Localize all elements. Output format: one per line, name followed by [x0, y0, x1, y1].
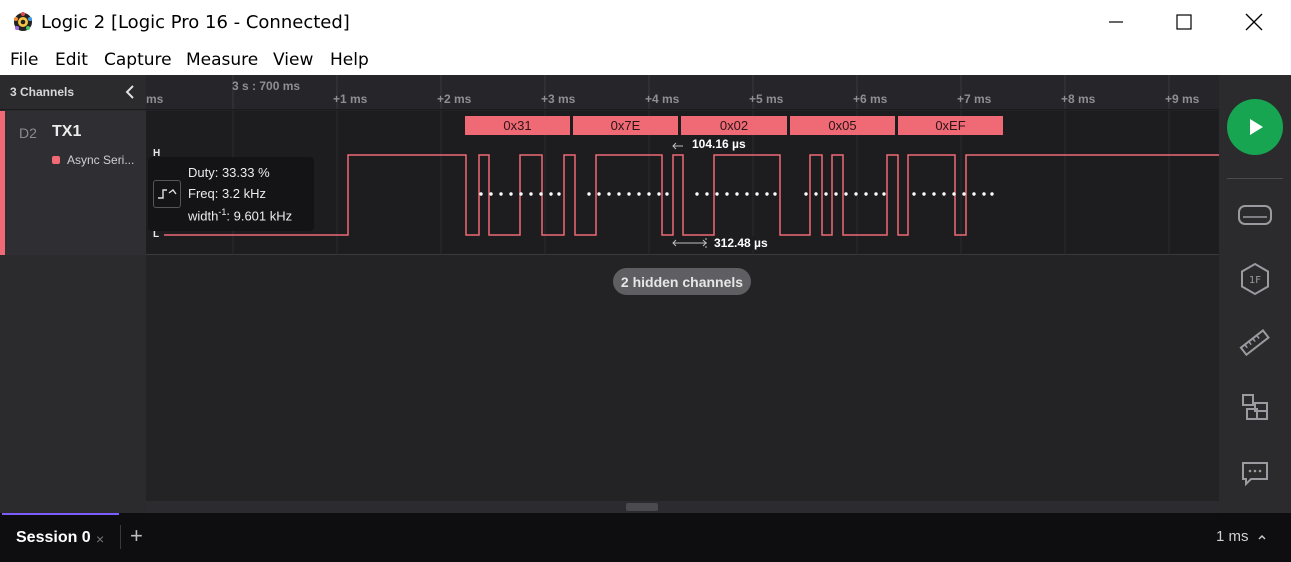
zoom-level-selector[interactable]: 1 ms [1216, 528, 1267, 545]
extensions-icon[interactable]: 1F [1237, 261, 1273, 297]
width-inverse-value: width-1: 9.601 kHz [188, 207, 293, 224]
menu-edit[interactable]: Edit [55, 50, 88, 70]
start-capture-button[interactable] [1227, 99, 1283, 155]
play-icon [1250, 119, 1263, 135]
svg-text:1F: 1F [1249, 275, 1261, 286]
close-session-icon[interactable]: × [96, 531, 104, 547]
analyzer-color-swatch [52, 156, 60, 164]
tick-label: +2 ms [437, 92, 472, 106]
right-sidebar: 1F [1219, 75, 1291, 513]
decoded-byte[interactable]: 0x31 [465, 116, 570, 135]
decoded-byte[interactable]: 0x02 [681, 116, 787, 135]
tick-label: +3 ms [541, 92, 576, 106]
pulse-measure-icon[interactable] [153, 180, 181, 208]
menu-file[interactable]: File [10, 50, 38, 70]
scrollbar-thumb[interactable] [626, 503, 658, 511]
waveform-area[interactable]: H L 0x31 0x7E 0x02 0x05 0xEF 104.16 µs 3… [146, 111, 1219, 255]
chevron-up-icon [1258, 535, 1266, 540]
chevron-left-icon[interactable] [123, 83, 137, 101]
measure-ruler-icon[interactable] [1237, 325, 1273, 361]
maximize-icon [1176, 14, 1192, 30]
saleae-logo-icon [14, 12, 32, 31]
pulse-width-label: 312.48 µs [710, 236, 772, 250]
session-tab[interactable]: Session 0 × [2, 513, 119, 562]
timeline-origin-label: 3 s : 700 ms [232, 79, 301, 93]
tick-label: +1 ms [333, 92, 368, 106]
minimize-icon [1109, 21, 1123, 23]
measurement-tooltip: Duty: 33.33 % Freq: 3.2 kHz width-1: 9.6… [148, 157, 314, 231]
add-session-button[interactable]: + [130, 523, 143, 549]
session-bar: Session 0 × + 1 ms [0, 513, 1291, 562]
maximize-button[interactable] [1150, 0, 1218, 44]
decoded-byte[interactable]: 0x7E [573, 116, 678, 135]
session-name: Session 0 [16, 529, 91, 546]
menu-capture[interactable]: Capture [104, 50, 172, 70]
menu-bar: File Edit Capture Measure View Help [0, 44, 1291, 75]
menu-view[interactable]: View [273, 50, 313, 70]
timeline-gridlines [232, 75, 1170, 109]
menu-measure[interactable]: Measure [186, 50, 258, 70]
channel-row-tx1[interactable]: D2 TX1 Async Seri... [0, 111, 146, 255]
layout-icon[interactable] [1237, 389, 1273, 425]
feedback-icon[interactable] [1237, 455, 1273, 491]
channels-count: 3 Channels [10, 85, 75, 99]
duty-value: Duty: 33.33 % [188, 165, 270, 180]
timeline-ruler[interactable]: 3 s : 700 ms ms +1 ms +2 ms +3 ms +4 ms … [146, 75, 1219, 110]
tick-label: +4 ms [645, 92, 680, 106]
zoom-level-value: 1 ms [1216, 528, 1249, 545]
channels-header: 3 Channels [0, 75, 146, 110]
digital-signal-trace [164, 154, 1219, 236]
analyzer-name[interactable]: Async Seri... [67, 153, 134, 167]
horizontal-scrollbar[interactable] [146, 501, 1219, 513]
menu-help[interactable]: Help [330, 50, 369, 70]
sidebar-divider [1227, 178, 1283, 179]
channel-name[interactable]: TX1 [52, 123, 81, 141]
tick-label: ms [146, 92, 164, 106]
window-title: Logic 2 [Logic Pro 16 - Connected] [41, 12, 350, 33]
tick-label: +7 ms [957, 92, 992, 106]
main-body: 3 Channels D2 TX1 Async Seri... 3 s: 70… [0, 75, 1291, 513]
tick-label: +9 ms [1165, 92, 1200, 106]
frequency-value: Freq: 3.2 kHz [188, 186, 267, 201]
tick-label: +8 ms [1061, 92, 1096, 106]
logic2-window: Logic 2 [Logic Pro 16 - Connected] File … [0, 0, 1291, 562]
analyzers-icon[interactable] [1237, 197, 1273, 233]
decoded-byte[interactable]: 0xEF [898, 116, 1003, 135]
minimize-button[interactable] [1082, 0, 1150, 44]
tick-label: +5 ms [749, 92, 784, 106]
hidden-channels-button[interactable]: 2 hidden channels [613, 268, 751, 295]
channel-id: D2 [19, 125, 37, 141]
measurement-markers [672, 142, 707, 248]
bit-width-label: 104.16 µs [688, 137, 750, 151]
close-icon [1245, 13, 1263, 31]
bit-dots [479, 192, 994, 196]
title-bar: Logic 2 [Logic Pro 16 - Connected] [0, 0, 1291, 44]
close-window-button[interactable] [1220, 0, 1288, 44]
session-separator [120, 525, 121, 549]
channel-panel: 3 Channels D2 TX1 Async Seri... [0, 75, 146, 513]
tick-label: +6 ms [853, 92, 888, 106]
decoded-byte[interactable]: 0x05 [790, 116, 895, 135]
